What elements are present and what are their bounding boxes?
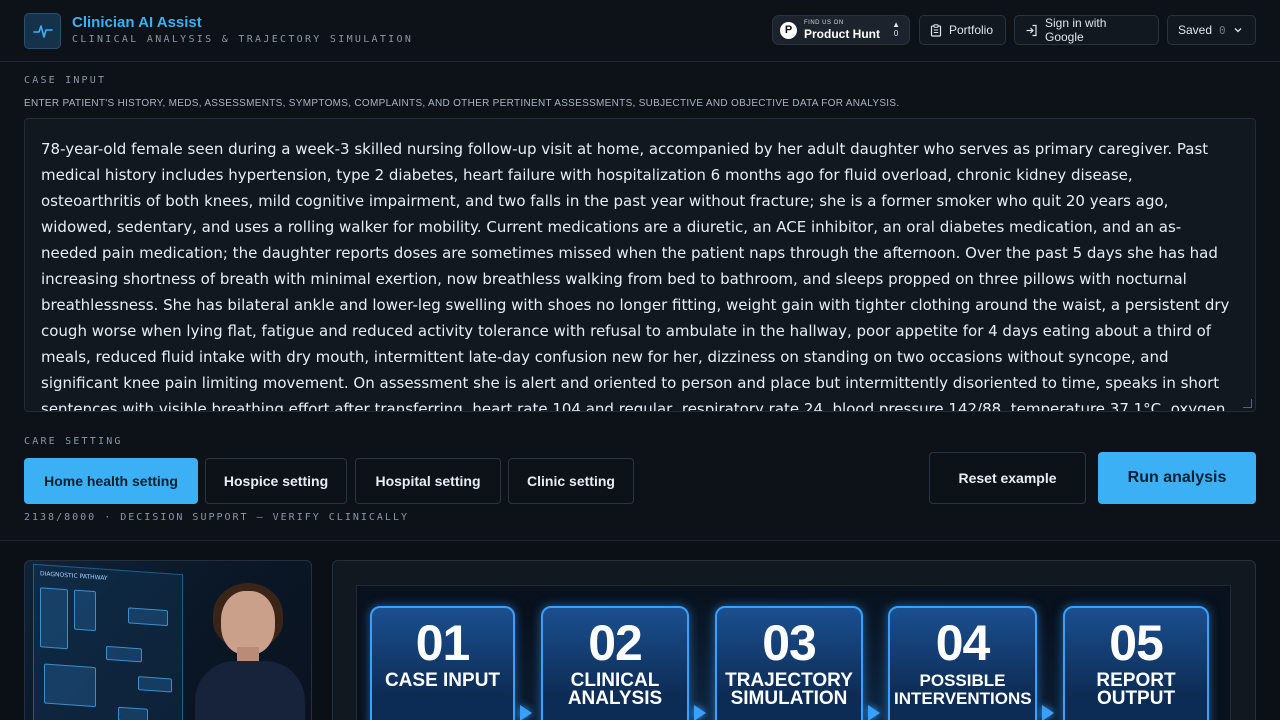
top-bar: Clinician AI Assist CLINICAL ANALYSIS & … bbox=[0, 0, 1280, 62]
sign-in-label: Sign in with Google bbox=[1045, 16, 1107, 44]
reset-example-button[interactable]: Reset example bbox=[929, 452, 1086, 504]
arrow-right-icon bbox=[520, 705, 532, 720]
hospice-setting-button[interactable]: Hospice setting bbox=[205, 458, 347, 504]
step-label: TRAJECTORY SIMULATION bbox=[725, 670, 853, 709]
step-number: 05 bbox=[1109, 615, 1164, 671]
step-number: 02 bbox=[588, 615, 643, 671]
care-setting-label: CARE SETTING bbox=[24, 436, 123, 447]
app-subtitle: CLINICAL ANALYSIS & TRAJECTORY SIMULATIO… bbox=[72, 34, 414, 45]
step-label: REPORT OUTPUT bbox=[1096, 670, 1176, 709]
arrow-right-icon bbox=[868, 705, 880, 720]
clipboard-icon bbox=[930, 23, 942, 37]
dashboard-title: DIAGNOSTIC PATHWAY bbox=[40, 570, 108, 582]
diagnostic-dashboard-graphic: DIAGNOSTIC PATHWAY bbox=[33, 563, 183, 720]
pipeline-step-possible-interventions: 04 POSSIBLE INTERVENTIONS bbox=[888, 606, 1037, 720]
pipeline-step-clinical-analysis: 02 CLINICAL ANALYSIS bbox=[541, 606, 689, 720]
sign-in-google-button[interactable]: Sign in with Google bbox=[1014, 15, 1159, 45]
portfolio-label: Portfolio bbox=[949, 23, 994, 37]
step-label: CLINICAL ANALYSIS bbox=[567, 670, 663, 709]
portfolio-button[interactable]: Portfolio bbox=[919, 15, 1006, 45]
saved-label: Saved bbox=[1178, 23, 1213, 37]
pulse-logo-icon[interactable] bbox=[24, 13, 61, 49]
character-counter: 2138/8000 · DECISION SUPPORT — VERIFY CL… bbox=[24, 512, 409, 523]
clinician-body bbox=[195, 661, 305, 720]
pipeline-step-case-input: 01 CASE INPUT bbox=[370, 606, 515, 720]
hospital-setting-button[interactable]: Hospital setting bbox=[355, 458, 501, 504]
clinician-face bbox=[221, 591, 275, 655]
step-number: 01 bbox=[415, 615, 471, 671]
case-input-label: CASE INPUT bbox=[24, 75, 107, 86]
app-title: Clinician AI Assist bbox=[72, 14, 202, 31]
resize-grip-icon[interactable] bbox=[1243, 399, 1252, 408]
product-hunt-votes: 0 bbox=[893, 28, 899, 38]
clinician-illustration: DIAGNOSTIC PATHWAY bbox=[24, 560, 312, 720]
case-input-help: ENTER PATIENT'S HISTORY, MEDS, ASSESSMEN… bbox=[24, 98, 900, 109]
clinic-setting-button[interactable]: Clinic setting bbox=[508, 458, 634, 504]
run-analysis-button[interactable]: Run analysis bbox=[1098, 452, 1256, 504]
step-label: POSSIBLE INTERVENTIONS bbox=[894, 671, 1032, 708]
step-number: 04 bbox=[935, 615, 991, 671]
chevron-down-icon bbox=[1234, 28, 1242, 33]
arrow-right-icon bbox=[694, 705, 706, 720]
step-number: 03 bbox=[762, 615, 817, 671]
step-label: CASE INPUT bbox=[384, 670, 501, 691]
pipeline-step-trajectory-simulation: 03 TRAJECTORY SIMULATION bbox=[715, 606, 863, 720]
arrow-right-icon bbox=[1042, 705, 1054, 720]
pipeline-step-report-output: 05 REPORT OUTPUT bbox=[1063, 606, 1209, 720]
product-hunt-icon: P bbox=[780, 21, 797, 39]
saved-count: 0 bbox=[1219, 23, 1226, 37]
home-health-setting-button[interactable]: Home health setting bbox=[24, 458, 198, 504]
product-hunt-text: Product Hunt bbox=[804, 27, 880, 41]
product-hunt-badge[interactable]: P FIND US ON Product Hunt ▲ 0 bbox=[772, 15, 910, 45]
sign-in-icon bbox=[1026, 24, 1037, 36]
product-hunt-small-text: FIND US ON bbox=[804, 20, 844, 26]
saved-dropdown[interactable]: Saved 0 bbox=[1167, 15, 1256, 45]
case-input-text[interactable]: 78-year-old female seen during a week-3 … bbox=[41, 136, 1235, 411]
case-input-textarea[interactable]: 78-year-old female seen during a week-3 … bbox=[24, 118, 1256, 412]
